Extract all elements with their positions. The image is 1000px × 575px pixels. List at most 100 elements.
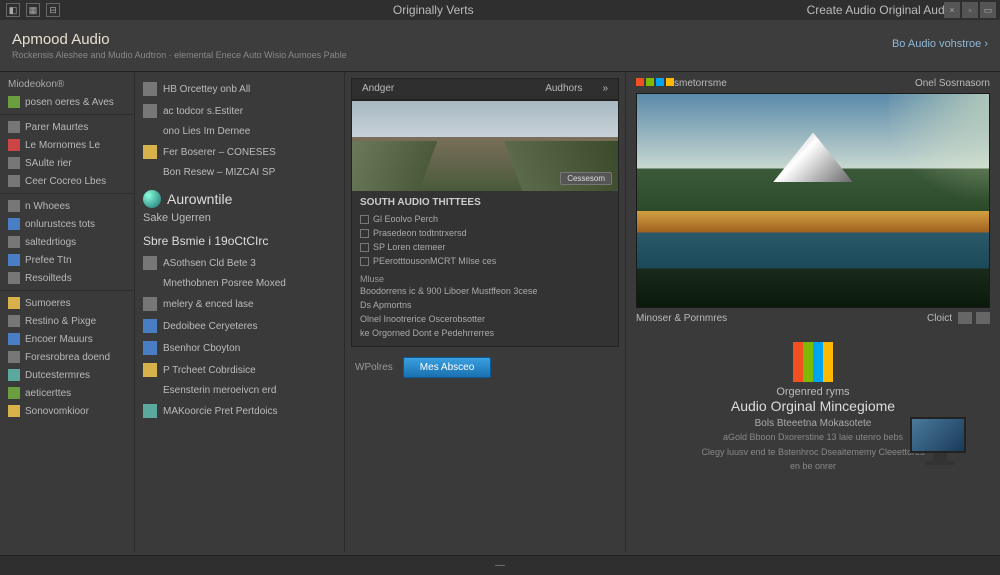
option-row[interactable]: Gl Eoolvo Perch	[360, 212, 610, 226]
sidebar-item-icon	[8, 369, 20, 381]
header-link[interactable]: Bo Audio vohstroe	[892, 38, 988, 50]
options-section-label: Mluse	[360, 274, 610, 284]
preview-badge[interactable]: Cessesom	[560, 172, 612, 185]
settings-row[interactable]: Bsenhor Cboyton	[143, 337, 336, 359]
sidebar-item-icon	[8, 315, 20, 327]
sidebar-item-label: Foresrobrea doend	[25, 352, 110, 363]
options-panel: SOUTH AUDIO THITTEES Gl Eoolvo PerchPras…	[352, 191, 618, 346]
sidebar-item-icon	[8, 272, 20, 284]
option-row[interactable]: PEerotttousonMCRT MIlse ces	[360, 254, 610, 268]
sidebar-item[interactable]: Sumoeres	[0, 294, 134, 312]
sidebar-item[interactable]: Ceer Cocreo Lbes	[0, 172, 134, 190]
settings-row[interactable]: ac todcor s.Estiter	[143, 100, 336, 122]
checkbox-icon[interactable]	[360, 243, 369, 252]
center-panel: Andger Audhors » Cessesom SOUTH AUDIO TH…	[345, 72, 625, 552]
tab-bar: Andger Audhors »	[351, 78, 619, 100]
sidebar-item[interactable]: Encoer Mauurs	[0, 330, 134, 348]
sidebar-item-icon	[8, 121, 20, 133]
sys-icon-3[interactable]: ⊟	[46, 3, 60, 17]
sidebar-item-icon	[8, 218, 20, 230]
right-panel: smetorrsme Onel Sosrnasorn Minoser & Por…	[625, 72, 1000, 552]
sidebar-item-label: Restino & Pixge	[25, 316, 96, 327]
settings-row[interactable]: Fer Boserer – CONESES	[143, 141, 336, 163]
close-icon[interactable]: ×	[944, 2, 960, 18]
option-label: PEerotttousonMCRT MIlse ces	[373, 256, 496, 266]
settings-row[interactable]: P Trcheet Cobrdisice	[143, 359, 336, 381]
caption-icon-1[interactable]	[958, 312, 972, 324]
min-icon[interactable]: ▫	[962, 2, 978, 18]
caption-button[interactable]: Cloict	[927, 313, 952, 324]
settings-section2-title: Sbre Bsmie i 19oCtCIrc	[143, 234, 336, 248]
sidebar-item[interactable]: Restino & Pixge	[0, 312, 134, 330]
sidebar-item-icon	[8, 139, 20, 151]
checkbox-icon[interactable]	[360, 257, 369, 266]
preview-image-wrap: Cessesom SOUTH AUDIO THITTEES Gl Eoolvo …	[351, 100, 619, 347]
tab-left[interactable]: Andger	[352, 78, 404, 100]
settings-row[interactable]: Mnethobnen Posree Moxed	[143, 274, 336, 293]
window-title-center: Originally Verts	[60, 3, 807, 17]
caption-icon-2[interactable]	[976, 312, 990, 324]
sidebar-item-icon	[8, 175, 20, 187]
option-row[interactable]: SP Loren ctemeer	[360, 240, 610, 254]
sidebar-item[interactable]: Le Mornomes Le	[0, 136, 134, 154]
sidebar-item[interactable]: Foresrobrea doend	[0, 348, 134, 366]
sidebar-item[interactable]: Sonovomkioor	[0, 402, 134, 420]
settings-row[interactable]: MAKoorcie Pret Pertdoics	[143, 400, 336, 422]
sidebar-item[interactable]: n Whoees	[0, 197, 134, 215]
settings-row[interactable]: HB Orcettey onb All	[143, 78, 336, 100]
settings-row[interactable]: ASothsen Cld Bete 3	[143, 252, 336, 274]
monitor-icon	[910, 417, 970, 465]
section-row: Olnel Inootrerice Oscerobsotter	[360, 312, 610, 326]
sidebar-item[interactable]: Prefee Ttn	[0, 251, 134, 269]
row-label: Dedoibee Ceryeteres	[163, 321, 258, 332]
settings-row[interactable]: Dedoibee Ceryeteres	[143, 315, 336, 337]
ms-logo-icon	[636, 78, 674, 89]
settings-row[interactable]: Bon Resew – MIZCAI SP	[143, 163, 336, 182]
checkbox-icon[interactable]	[360, 215, 369, 224]
row-label: P Trcheet Cobrdisice	[163, 365, 256, 376]
option-row[interactable]: Prasedeon todtntrxersd	[360, 226, 610, 240]
sidebar-item-icon	[8, 351, 20, 363]
sidebar-item[interactable]: Dutcestermres	[0, 366, 134, 384]
sidebar-item[interactable]: saltedrtiogs	[0, 233, 134, 251]
sys-icon-1[interactable]: ◧	[6, 3, 20, 17]
window-controls: × ▫ ▭	[944, 2, 996, 18]
sidebar-item-label: Le Mornomes Le	[25, 140, 100, 151]
row-icon	[143, 256, 157, 270]
sidebar-item[interactable]: onlurustces tots	[0, 215, 134, 233]
row-label: Bon Resew – MIZCAI SP	[163, 167, 275, 178]
sidebar-item-icon	[8, 157, 20, 169]
tab-right[interactable]: Audhors	[535, 78, 592, 100]
sidebar-item-label: aeticerttes	[25, 388, 71, 399]
sidebar-left: Miodeokon® posen oeres & AvesParer Maurt…	[0, 72, 135, 552]
sys-icons: ◧ ▦ ⊟	[6, 3, 60, 17]
sidebar-item[interactable]: SAulte rier	[0, 154, 134, 172]
titlebar: ◧ ▦ ⊟ Originally Verts Create Audio Orig…	[0, 0, 1000, 20]
tab-arrow-icon[interactable]: »	[592, 78, 618, 100]
max-icon[interactable]: ▭	[980, 2, 996, 18]
sidebar-item-label: Resoilteds	[25, 273, 72, 284]
sidebar-item-label: Dutcestermres	[25, 370, 90, 381]
rpanel-top-left: smetorrsme	[674, 78, 727, 89]
sidebar-item[interactable]: Parer Maurtes	[0, 118, 134, 136]
settings-row[interactable]: Esensterin meroeivcn erd	[143, 381, 336, 400]
checkbox-icon[interactable]	[360, 229, 369, 238]
settings-row[interactable]: melery & enced lase	[143, 293, 336, 315]
sidebar-item-label: Sonovomkioor	[25, 406, 89, 417]
row-icon	[143, 363, 157, 377]
sidebar-item[interactable]: Resoilteds	[0, 269, 134, 287]
settings-column: HB Orcettey onb Allac todcor s.Estiter on…	[135, 72, 345, 552]
options-title: SOUTH AUDIO THITTEES	[360, 197, 610, 208]
settings-row[interactable]: ono Lies Im Dernee	[143, 122, 336, 141]
statusbar: —	[0, 555, 1000, 575]
orb-icon	[143, 190, 161, 208]
row-label: Mnethobnen Posree Moxed	[163, 278, 286, 289]
primary-action-button[interactable]: Mes Absceo	[403, 357, 491, 378]
sidebar-item-label: SAulte rier	[25, 158, 72, 169]
sidebar-item-label: onlurustces tots	[25, 219, 95, 230]
promo-heading-small: Orgenred ryms	[636, 386, 990, 398]
sidebar-item[interactable]: posen oeres & Aves	[0, 93, 134, 111]
sidebar-item[interactable]: aeticerttes	[0, 384, 134, 402]
sys-icon-2[interactable]: ▦	[26, 3, 40, 17]
row-label: ono Lies Im Dernee	[163, 126, 250, 137]
